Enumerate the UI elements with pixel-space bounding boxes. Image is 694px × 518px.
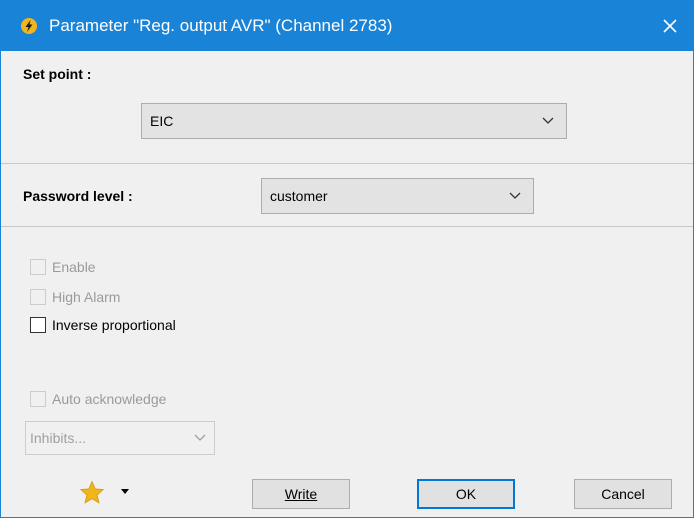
write-button-label: Write: [284, 486, 318, 502]
setpoint-value: EIC: [150, 113, 174, 129]
close-icon: [663, 19, 677, 33]
enable-checkbox[interactable]: [30, 259, 46, 275]
title-bar[interactable]: Parameter "Reg. output AVR" (Channel 278…: [1, 1, 693, 51]
setpoint-select[interactable]: EIC: [141, 103, 567, 139]
chevron-down-icon: [194, 434, 206, 441]
lightning-icon: [21, 18, 37, 34]
inhibits-select[interactable]: Inhibits...: [25, 421, 215, 455]
setpoint-label: Set point :: [23, 66, 92, 82]
cancel-button[interactable]: Cancel: [574, 479, 672, 509]
star-icon: [79, 480, 105, 504]
inverse-proportional-label: Inverse proportional: [52, 317, 176, 333]
chevron-down-icon: [509, 192, 521, 199]
window-title: Parameter "Reg. output AVR" (Channel 278…: [49, 16, 393, 35]
separator: [1, 163, 693, 164]
parameter-dialog: Parameter "Reg. output AVR" (Channel 278…: [0, 0, 694, 518]
auto-acknowledge-label: Auto acknowledge: [52, 391, 167, 407]
ok-button-label: OK: [455, 486, 477, 502]
close-button[interactable]: [647, 1, 693, 51]
password-level-select[interactable]: customer: [261, 178, 534, 214]
enable-label: Enable: [52, 259, 96, 275]
password-level-label: Password level :: [23, 188, 133, 204]
caret-down-icon: [121, 489, 129, 494]
separator: [1, 226, 693, 227]
inhibits-value: Inhibits...: [30, 430, 87, 446]
cancel-button-label: Cancel: [601, 486, 645, 502]
dialog-content: Set point : EIC Password level : custome…: [1, 51, 693, 517]
ok-button[interactable]: OK: [417, 479, 515, 509]
password-level-value: customer: [270, 188, 328, 204]
high-alarm-label: High Alarm: [52, 289, 121, 305]
chevron-down-icon: [542, 117, 554, 124]
inverse-proportional-checkbox[interactable]: [30, 317, 46, 333]
high-alarm-checkbox[interactable]: [30, 289, 46, 305]
auto-acknowledge-checkbox[interactable]: [30, 391, 46, 407]
favorites-button[interactable]: [79, 480, 139, 508]
button-bar: Write OK Cancel: [1, 462, 693, 517]
write-button[interactable]: Write: [252, 479, 350, 509]
